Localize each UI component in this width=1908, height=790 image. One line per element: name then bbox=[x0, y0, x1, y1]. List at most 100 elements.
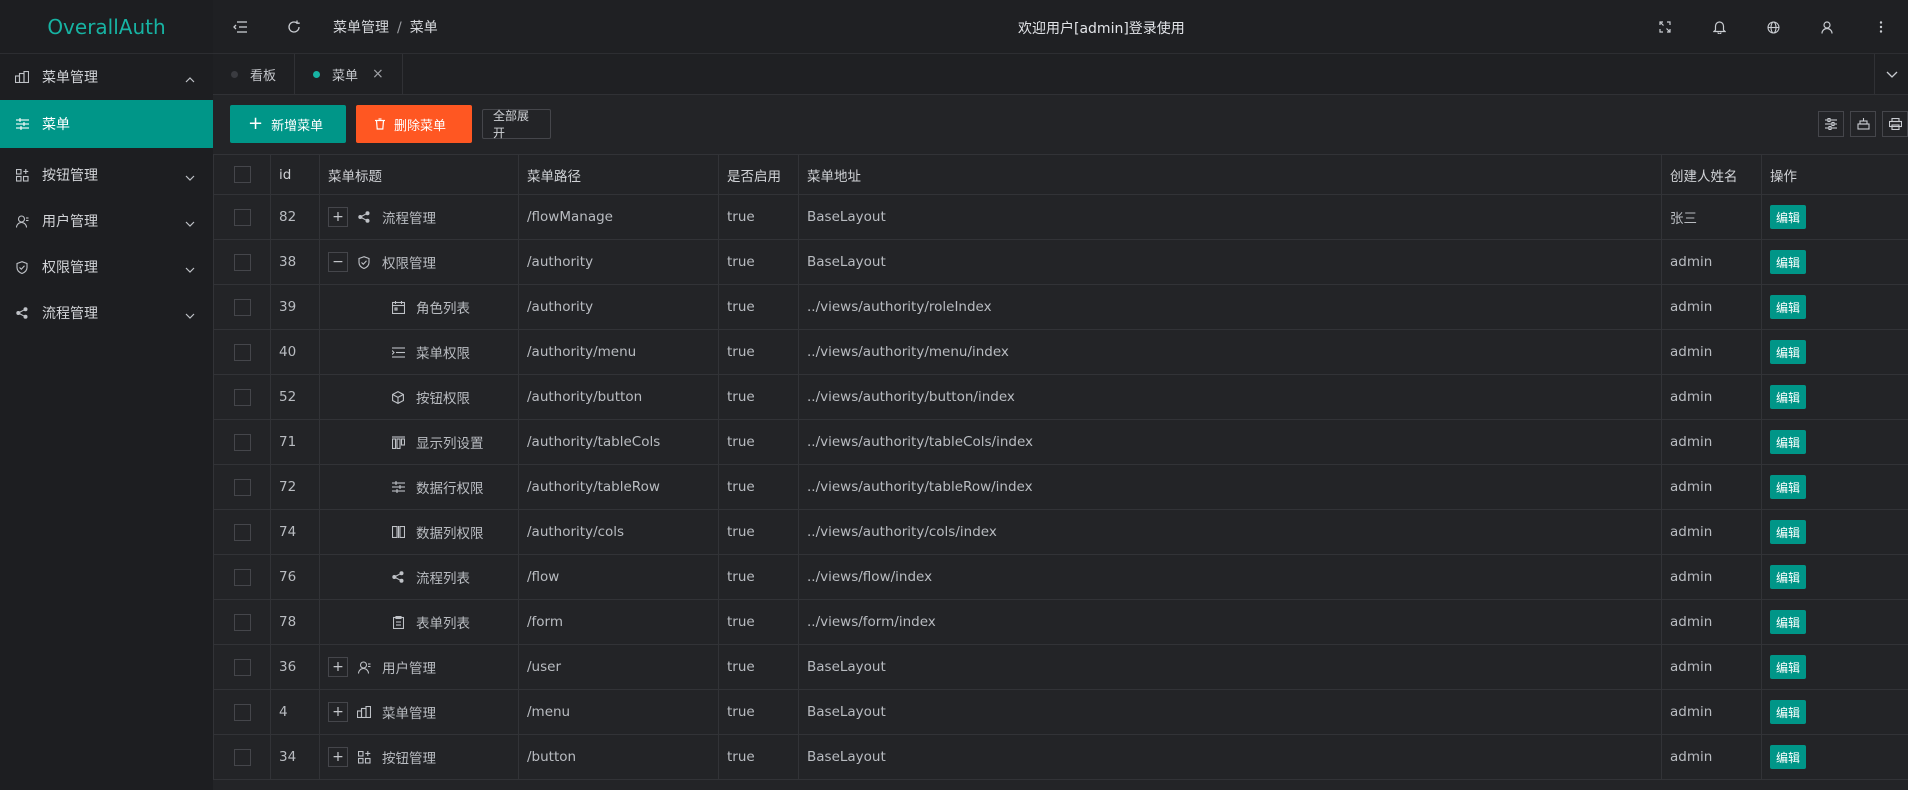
tab-menu[interactable]: 菜单 × bbox=[295, 54, 403, 94]
edit-button[interactable]: 编辑 bbox=[1770, 520, 1806, 544]
column-header[interactable]: 操作 bbox=[1761, 154, 1908, 195]
row-checkbox[interactable] bbox=[234, 478, 251, 496]
table-row[interactable]: 40 菜单权限/authority/menu true ../views/author… bbox=[213, 329, 1908, 375]
table-row[interactable]: 78 表单列表/form true ../views/form/index admin 编… bbox=[213, 599, 1908, 645]
path-cell: /menu bbox=[518, 689, 719, 735]
row-checkbox[interactable] bbox=[234, 253, 251, 271]
table-row[interactable]: 71 显示列设置/authority/tableCols true ../views/… bbox=[213, 419, 1908, 465]
table-row[interactable]: 82 + 流程管理/flowManage true BaseLayout 张三 编辑 bbox=[213, 194, 1908, 240]
delete-menu-button[interactable]: 删除菜单 bbox=[356, 105, 472, 143]
select-all-checkbox[interactable] bbox=[234, 166, 251, 183]
breadcrumb-item[interactable]: 菜单管理 bbox=[333, 20, 389, 36]
user-icon[interactable] bbox=[1800, 0, 1854, 54]
tabs-dropdown[interactable] bbox=[1874, 54, 1908, 94]
expand-all-button[interactable]: 全部展开 bbox=[482, 109, 551, 140]
export-icon[interactable] bbox=[1850, 111, 1876, 137]
expand-row-icon[interactable]: + bbox=[328, 747, 348, 767]
edit-button[interactable]: 编辑 bbox=[1770, 475, 1806, 499]
row-checkbox[interactable] bbox=[234, 298, 251, 316]
collapse-sidebar-icon[interactable] bbox=[213, 0, 267, 54]
expand-row-icon[interactable]: + bbox=[328, 702, 348, 722]
title-cell: 显示列设置 bbox=[319, 419, 519, 465]
action-cell: 编辑 bbox=[1761, 374, 1908, 420]
sidebar-item[interactable]: 按钮管理 bbox=[0, 152, 213, 198]
sidebar-item-label: 用户管理 bbox=[42, 214, 98, 230]
close-icon[interactable]: × bbox=[372, 66, 384, 82]
more-vertical-icon[interactable] bbox=[1854, 0, 1908, 54]
edit-button[interactable]: 编辑 bbox=[1770, 565, 1806, 589]
column-header[interactable]: id bbox=[270, 154, 320, 195]
bell-icon[interactable] bbox=[1692, 0, 1746, 54]
select-cell bbox=[213, 554, 271, 600]
edit-button[interactable]: 编辑 bbox=[1770, 250, 1806, 274]
share-icon bbox=[14, 305, 30, 321]
column-header[interactable]: 菜单标题 bbox=[319, 154, 519, 195]
top-header: 菜单管理 / 菜单 欢迎用户[admin]登录使用 bbox=[213, 0, 1908, 54]
table-row[interactable]: 4 + 菜单管理/menu true BaseLayout admin 编辑 bbox=[213, 689, 1908, 735]
clipboard-icon bbox=[390, 614, 406, 630]
row-checkbox[interactable] bbox=[234, 388, 251, 406]
edit-button[interactable]: 编辑 bbox=[1770, 295, 1806, 319]
column-header[interactable]: 菜单地址 bbox=[798, 154, 1662, 195]
add-menu-button[interactable]: + 新增菜单 bbox=[230, 105, 346, 143]
table-row[interactable]: 76 流程列表/flow true ../views/flow/index admin 编… bbox=[213, 554, 1908, 600]
row-checkbox[interactable] bbox=[234, 658, 251, 676]
collapse-row-icon[interactable]: − bbox=[328, 252, 348, 272]
edit-button[interactable]: 编辑 bbox=[1770, 340, 1806, 364]
column-filter-icon[interactable] bbox=[1818, 111, 1844, 137]
cube-icon bbox=[390, 389, 406, 405]
title-cell: 表单列表 bbox=[319, 599, 519, 645]
table-row[interactable]: 39 角色列表/authority true ../views/authority/r… bbox=[213, 284, 1908, 330]
enabled-cell: true bbox=[718, 599, 799, 645]
refresh-icon[interactable] bbox=[267, 0, 321, 54]
edit-button[interactable]: 编辑 bbox=[1770, 610, 1806, 634]
edit-button[interactable]: 编辑 bbox=[1770, 430, 1806, 454]
row-checkbox[interactable] bbox=[234, 523, 251, 541]
sidebar-item[interactable]: 权限管理 bbox=[0, 244, 213, 290]
row-checkbox[interactable] bbox=[234, 433, 251, 451]
edit-button[interactable]: 编辑 bbox=[1770, 205, 1806, 229]
path-cell: /authority/cols bbox=[518, 509, 719, 555]
enabled-cell: true bbox=[718, 284, 799, 330]
print-icon[interactable] bbox=[1882, 111, 1908, 137]
column-header[interactable]: 创建人姓名 bbox=[1661, 154, 1762, 195]
row-checkbox[interactable] bbox=[234, 568, 251, 586]
table-row[interactable]: 74 数据列权限/authority/cols true ../views/autho… bbox=[213, 509, 1908, 555]
sidebar-item[interactable]: 用户管理 bbox=[0, 198, 213, 244]
table-row[interactable]: 72 数据行权限/authority/tableRow true ../views/a… bbox=[213, 464, 1908, 510]
sidebar-item-label: 按钮管理 bbox=[42, 168, 98, 184]
edit-button[interactable]: 编辑 bbox=[1770, 700, 1806, 724]
row-checkbox[interactable] bbox=[234, 208, 251, 226]
edit-button[interactable]: 编辑 bbox=[1770, 655, 1806, 679]
chevron-down-icon bbox=[1886, 71, 1897, 78]
row-checkbox[interactable] bbox=[234, 343, 251, 361]
edit-button[interactable]: 编辑 bbox=[1770, 385, 1806, 409]
chevron-down-icon bbox=[185, 307, 195, 323]
action-cell: 编辑 bbox=[1761, 239, 1908, 285]
globe-icon[interactable] bbox=[1746, 0, 1800, 54]
address-cell: ../views/authority/menu/index bbox=[798, 329, 1662, 375]
column-header[interactable]: 是否启用 bbox=[718, 154, 799, 195]
column-header[interactable]: 菜单路径 bbox=[518, 154, 719, 195]
sidebar-item[interactable]: 菜单管理 bbox=[0, 54, 213, 100]
row-checkbox[interactable] bbox=[234, 748, 251, 766]
table-row[interactable]: 52 按钮权限/authority/button true ../views/auth… bbox=[213, 374, 1908, 420]
table-row[interactable]: 38− 权限管理/authority true BaseLayout admin 编辑 bbox=[213, 239, 1908, 285]
menu-title: 按钮管理 bbox=[382, 751, 436, 767]
tab-dashboard[interactable]: 看板 bbox=[213, 54, 296, 94]
table-row[interactable]: 34 + 按钮管理/button true BaseLayout admin 编辑 bbox=[213, 734, 1908, 780]
address-cell: ../views/form/index bbox=[798, 599, 1662, 645]
row-checkbox[interactable] bbox=[234, 613, 251, 631]
enabled-cell: true bbox=[718, 509, 799, 555]
expand-row-icon[interactable]: + bbox=[328, 207, 348, 227]
edit-button[interactable]: 编辑 bbox=[1770, 745, 1806, 769]
sidebar-item[interactable]: 菜单 bbox=[0, 100, 213, 148]
id-cell: 52 bbox=[270, 374, 320, 420]
table-row[interactable]: 36 + 用户管理/user true BaseLayout admin 编辑 bbox=[213, 644, 1908, 690]
fullscreen-icon[interactable] bbox=[1638, 0, 1692, 54]
menu-title: 按钮权限 bbox=[416, 391, 470, 407]
select-cell bbox=[213, 374, 271, 420]
sidebar-item[interactable]: 流程管理 bbox=[0, 290, 213, 336]
expand-row-icon[interactable]: + bbox=[328, 657, 348, 677]
row-checkbox[interactable] bbox=[234, 703, 251, 721]
